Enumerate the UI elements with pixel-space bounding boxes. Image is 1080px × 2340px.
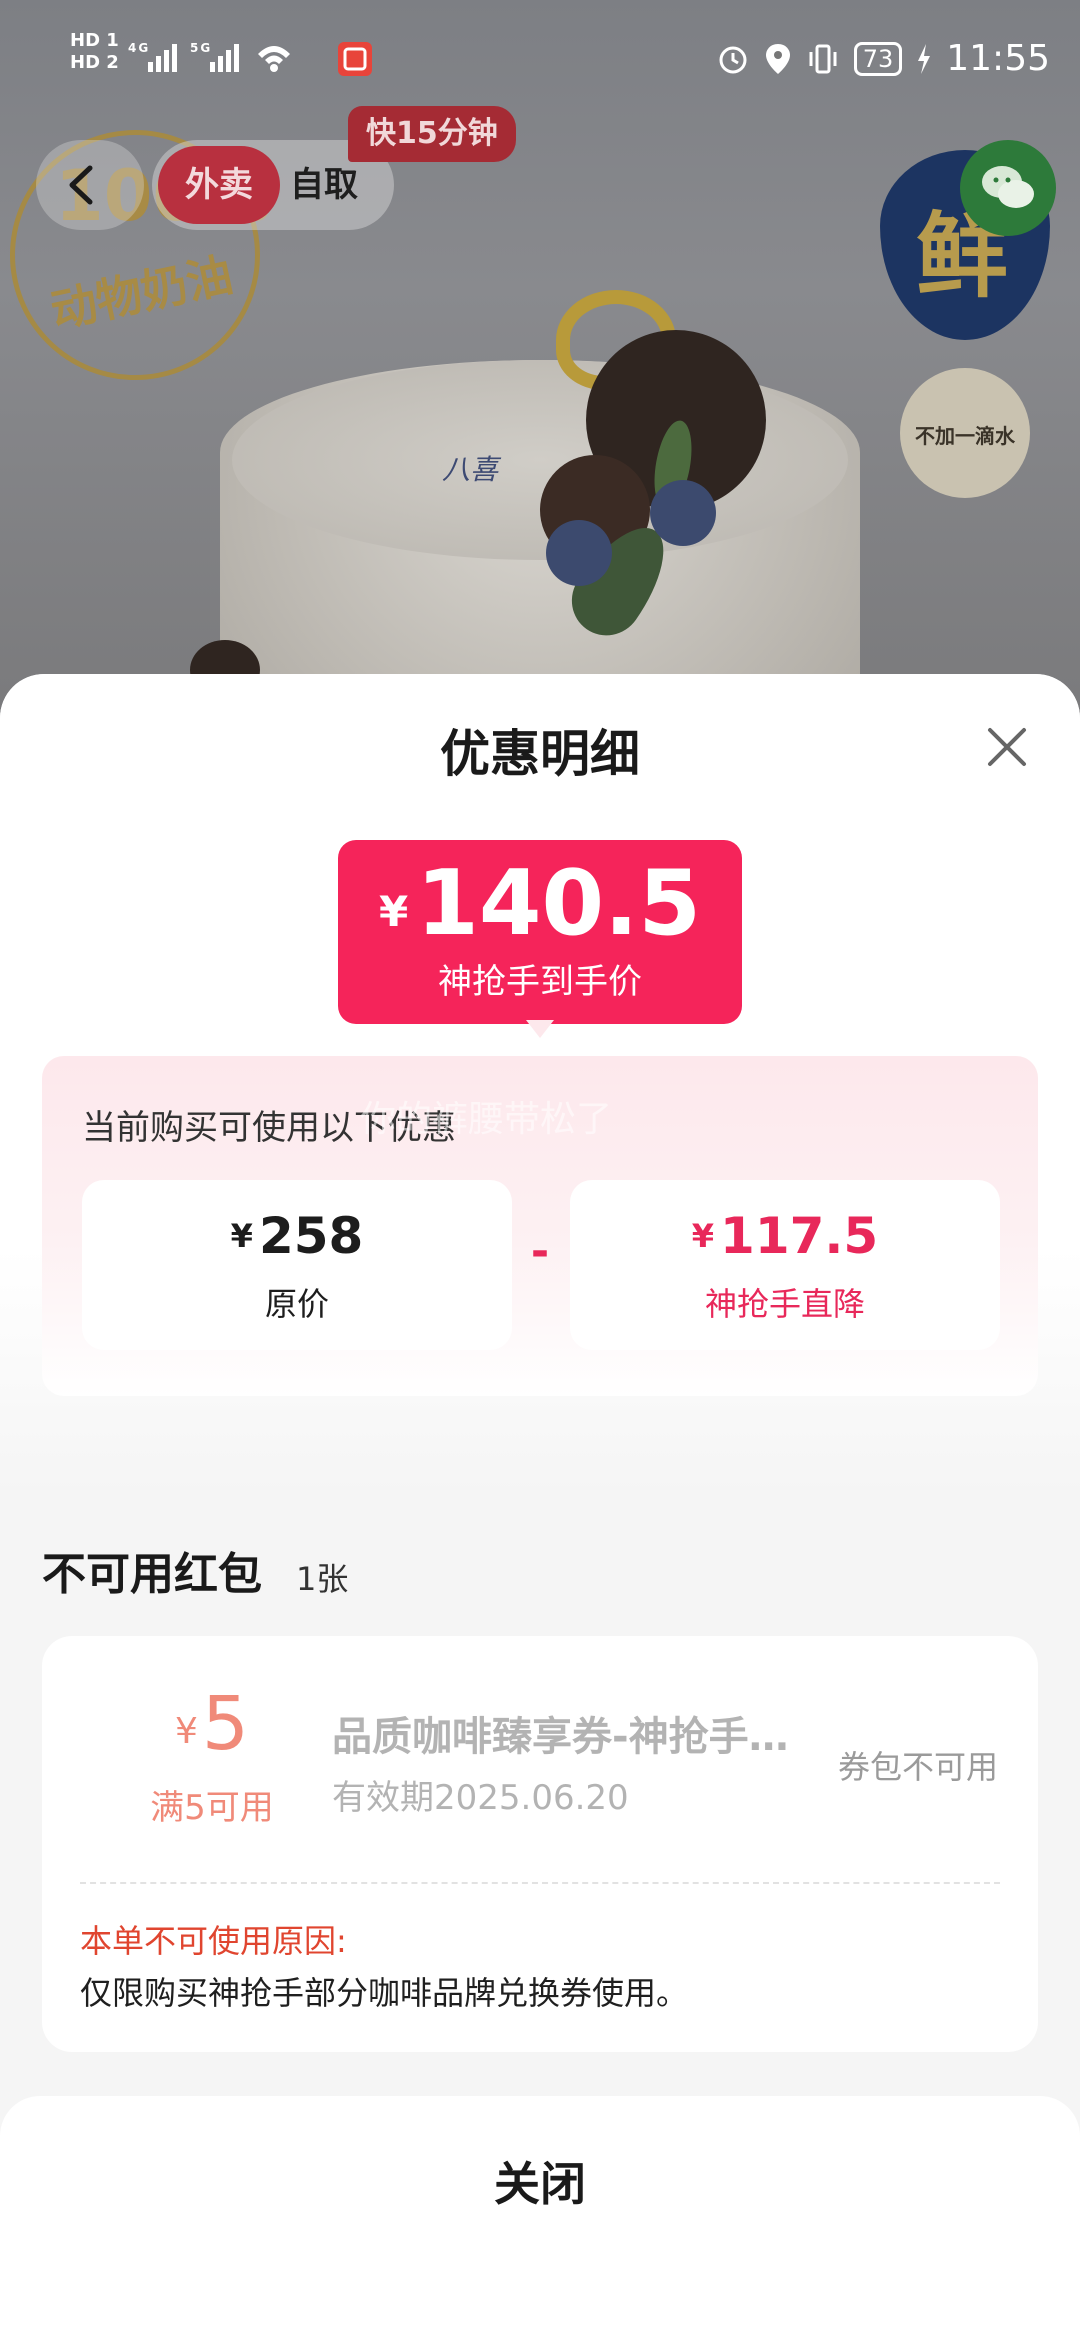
vibrate-icon [809, 44, 837, 73]
back-button[interactable] [36, 140, 144, 230]
final-price: ¥140.5 [338, 854, 742, 962]
currency-symbol: ¥ [379, 887, 409, 936]
discount-label: 神抢手直降 [704, 1285, 865, 1323]
currency-symbol: ¥ [691, 1217, 715, 1255]
alarm-icon [719, 46, 747, 73]
signal-icon: 4G 5G [128, 40, 318, 81]
clock: 11:55 [946, 38, 1050, 79]
coupon-expiry: 有效期2025.06.20 [332, 1778, 629, 1818]
watermark-text: 你的裤腰带松了 [360, 1099, 613, 1140]
sim1-label: HD 1 [70, 30, 119, 51]
cake-blueberry [546, 520, 612, 586]
coupon-amount-value: 5 [201, 1681, 249, 1767]
svg-text:4G: 4G [128, 41, 150, 55]
coupon-condition: 满5可用 [150, 1788, 274, 1828]
mode-delivery-tab[interactable]: 外卖 [158, 146, 280, 224]
final-price-badge: ¥140.5 神抢手到手价 [338, 840, 742, 1024]
app-notification-icon [338, 42, 372, 76]
discount-value: ¥117.5 [570, 1206, 1000, 1266]
coupon-status: 券包不可用 [838, 1748, 999, 1786]
cream-badge-text: 动物奶油 [46, 247, 238, 339]
original-price-card: ¥258 原价 [82, 1180, 512, 1350]
coupon-divider [80, 1882, 1000, 1884]
coupon-reason: 仅限购买神抢手部分咖啡品牌兑换券使用。 [80, 1974, 689, 2012]
status-right: 73 11:55 [716, 38, 1050, 79]
cake-brand-mark: 八喜 [442, 453, 499, 486]
water-badge-text: 不加一滴水 [915, 424, 1015, 448]
sheet-title: 优惠明细 [440, 725, 640, 783]
coupon-name: 品质咖啡臻享券-神抢手部分咖啡品牌兑换券 [332, 1714, 812, 1760]
coupon-card[interactable]: ¥5 满5可用 品质咖啡臻享券-神抢手部分咖啡品牌兑换券 有效期2025.06.… [42, 1636, 1038, 2052]
original-price-label: 原价 [264, 1285, 329, 1323]
coupon-amount: ¥5 [162, 1684, 262, 1772]
cake-blueberry [650, 480, 716, 546]
chat-button[interactable] [960, 140, 1056, 236]
minus-operator: - [530, 1226, 550, 1277]
unusable-section-title: 不可用红包 [42, 1549, 262, 1600]
original-price: ¥258 [82, 1206, 512, 1266]
status-bar: HD 1 HD 2 4G 5G 73 11:55 [0, 0, 1080, 120]
fast-tag: 快15分钟 [348, 106, 516, 162]
coupon-reason-title: 本单不可使用原因: [80, 1922, 347, 1960]
location-icon [765, 43, 790, 74]
currency-symbol: ¥ [175, 1711, 198, 1752]
unusable-count: 1张 [296, 1560, 349, 1598]
network-indicator: HD 1 HD 2 [70, 30, 119, 74]
water-badge: 不加一滴水 [900, 368, 1030, 498]
original-price-amount: 258 [258, 1207, 364, 1265]
close-bar: 关闭 [0, 2096, 1080, 2340]
svg-text:5G: 5G [190, 41, 212, 55]
close-button[interactable]: 关闭 [340, 2134, 740, 2234]
battery-indicator: 73 [853, 41, 903, 76]
close-icon[interactable] [982, 722, 1032, 772]
back-arrow-icon [69, 165, 93, 205]
discount-amount: 117.5 [720, 1207, 879, 1265]
currency-symbol: ¥ [230, 1217, 253, 1255]
discount-detail-sheet: 优惠明细 ¥140.5 神抢手到手价 当前购买可使用以下优惠 ¥258 原价 -… [0, 674, 1080, 2340]
final-price-label: 神抢手到手价 [438, 962, 642, 1002]
charging-icon [918, 43, 931, 74]
discount-card: ¥117.5 神抢手直降 [570, 1180, 1000, 1350]
sim2-label: HD 2 [70, 52, 119, 73]
final-price-amount: 140.5 [416, 851, 701, 956]
chat-icon [982, 166, 1034, 208]
price-caret-icon [526, 1020, 554, 1038]
